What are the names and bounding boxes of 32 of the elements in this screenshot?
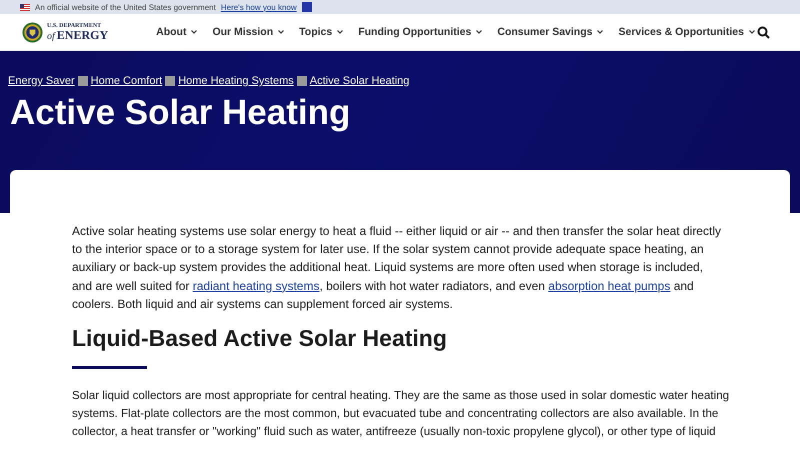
nav-menu-item[interactable]: About [156,26,198,38]
intro-paragraph: Active solar heating systems use solar energy to heat a fluid -- either liquid or air -- and then transfer the solar heat directly to the interior space or to a storage system for later use. If the solar system cannot provide adequate space heating, an auxiliary or back-up system provides the additional heat. Liquid systems are more often used when storage is included, and are well suited for radiant heating systems, boilers with hot water radiators, and even absorption heat pumps and coolers. Both liquid and air systems can supplement forced air systems. [72,223,722,313]
separator-icon [165,76,176,86]
chevron-down-icon [191,30,198,34]
search-icon[interactable] [757,26,770,38]
breadcrumb-link[interactable]: Energy Saver [8,75,75,87]
chevron-down-icon [748,30,755,34]
chevron-down-icon [337,30,344,34]
section-heading: Liquid-Based Active Solar Heating [72,325,448,352]
chevron-down-icon [597,30,604,34]
article-link[interactable]: radiant heating systems [192,278,320,293]
breadcrumb-link[interactable]: Active Solar Heating [310,75,410,87]
nav-menu-item[interactable]: Our Mission [212,26,284,38]
flag-icon [20,4,30,10]
section-paragraph: Solar liquid collectors are most appropriate for central heating. They are the same as those used in solar domestic water heating systems. Flat-plate collectors are the most common, but evacuated tube and concentrating collectors are also available. In the collector, a heat transfer or "working" fluid such as water, antifreeze (usually non-toxic propylene glycol), or other type of liquid [72,388,730,440]
separator-icon [296,76,307,86]
nav-menu-item[interactable]: Funding Opportunities [358,26,482,38]
page-title: Active Solar Heating [10,93,352,133]
breadcrumb-link[interactable]: Home Heating Systems [178,75,294,87]
nav-menu-item[interactable]: Consumer Savings [497,26,604,38]
seal-icon[interactable] [22,22,43,42]
separator-icon [78,76,88,86]
breadcrumb-link[interactable]: Home Comfort [90,75,162,87]
chevron-down-icon [278,30,284,34]
logo-text[interactable]: ENERGY [56,28,108,40]
article-link[interactable]: absorption heat pumps [548,278,670,293]
logo-text[interactable]: of [47,32,55,42]
chevron-down-icon [476,30,482,34]
nav-menu-item[interactable]: Services & Opportunities [618,26,755,38]
banner-text: An official website of the United States government [35,2,216,12]
nav-menu-item[interactable]: Topics [299,26,344,38]
banner-link[interactable]: Here's how you know [220,2,297,12]
